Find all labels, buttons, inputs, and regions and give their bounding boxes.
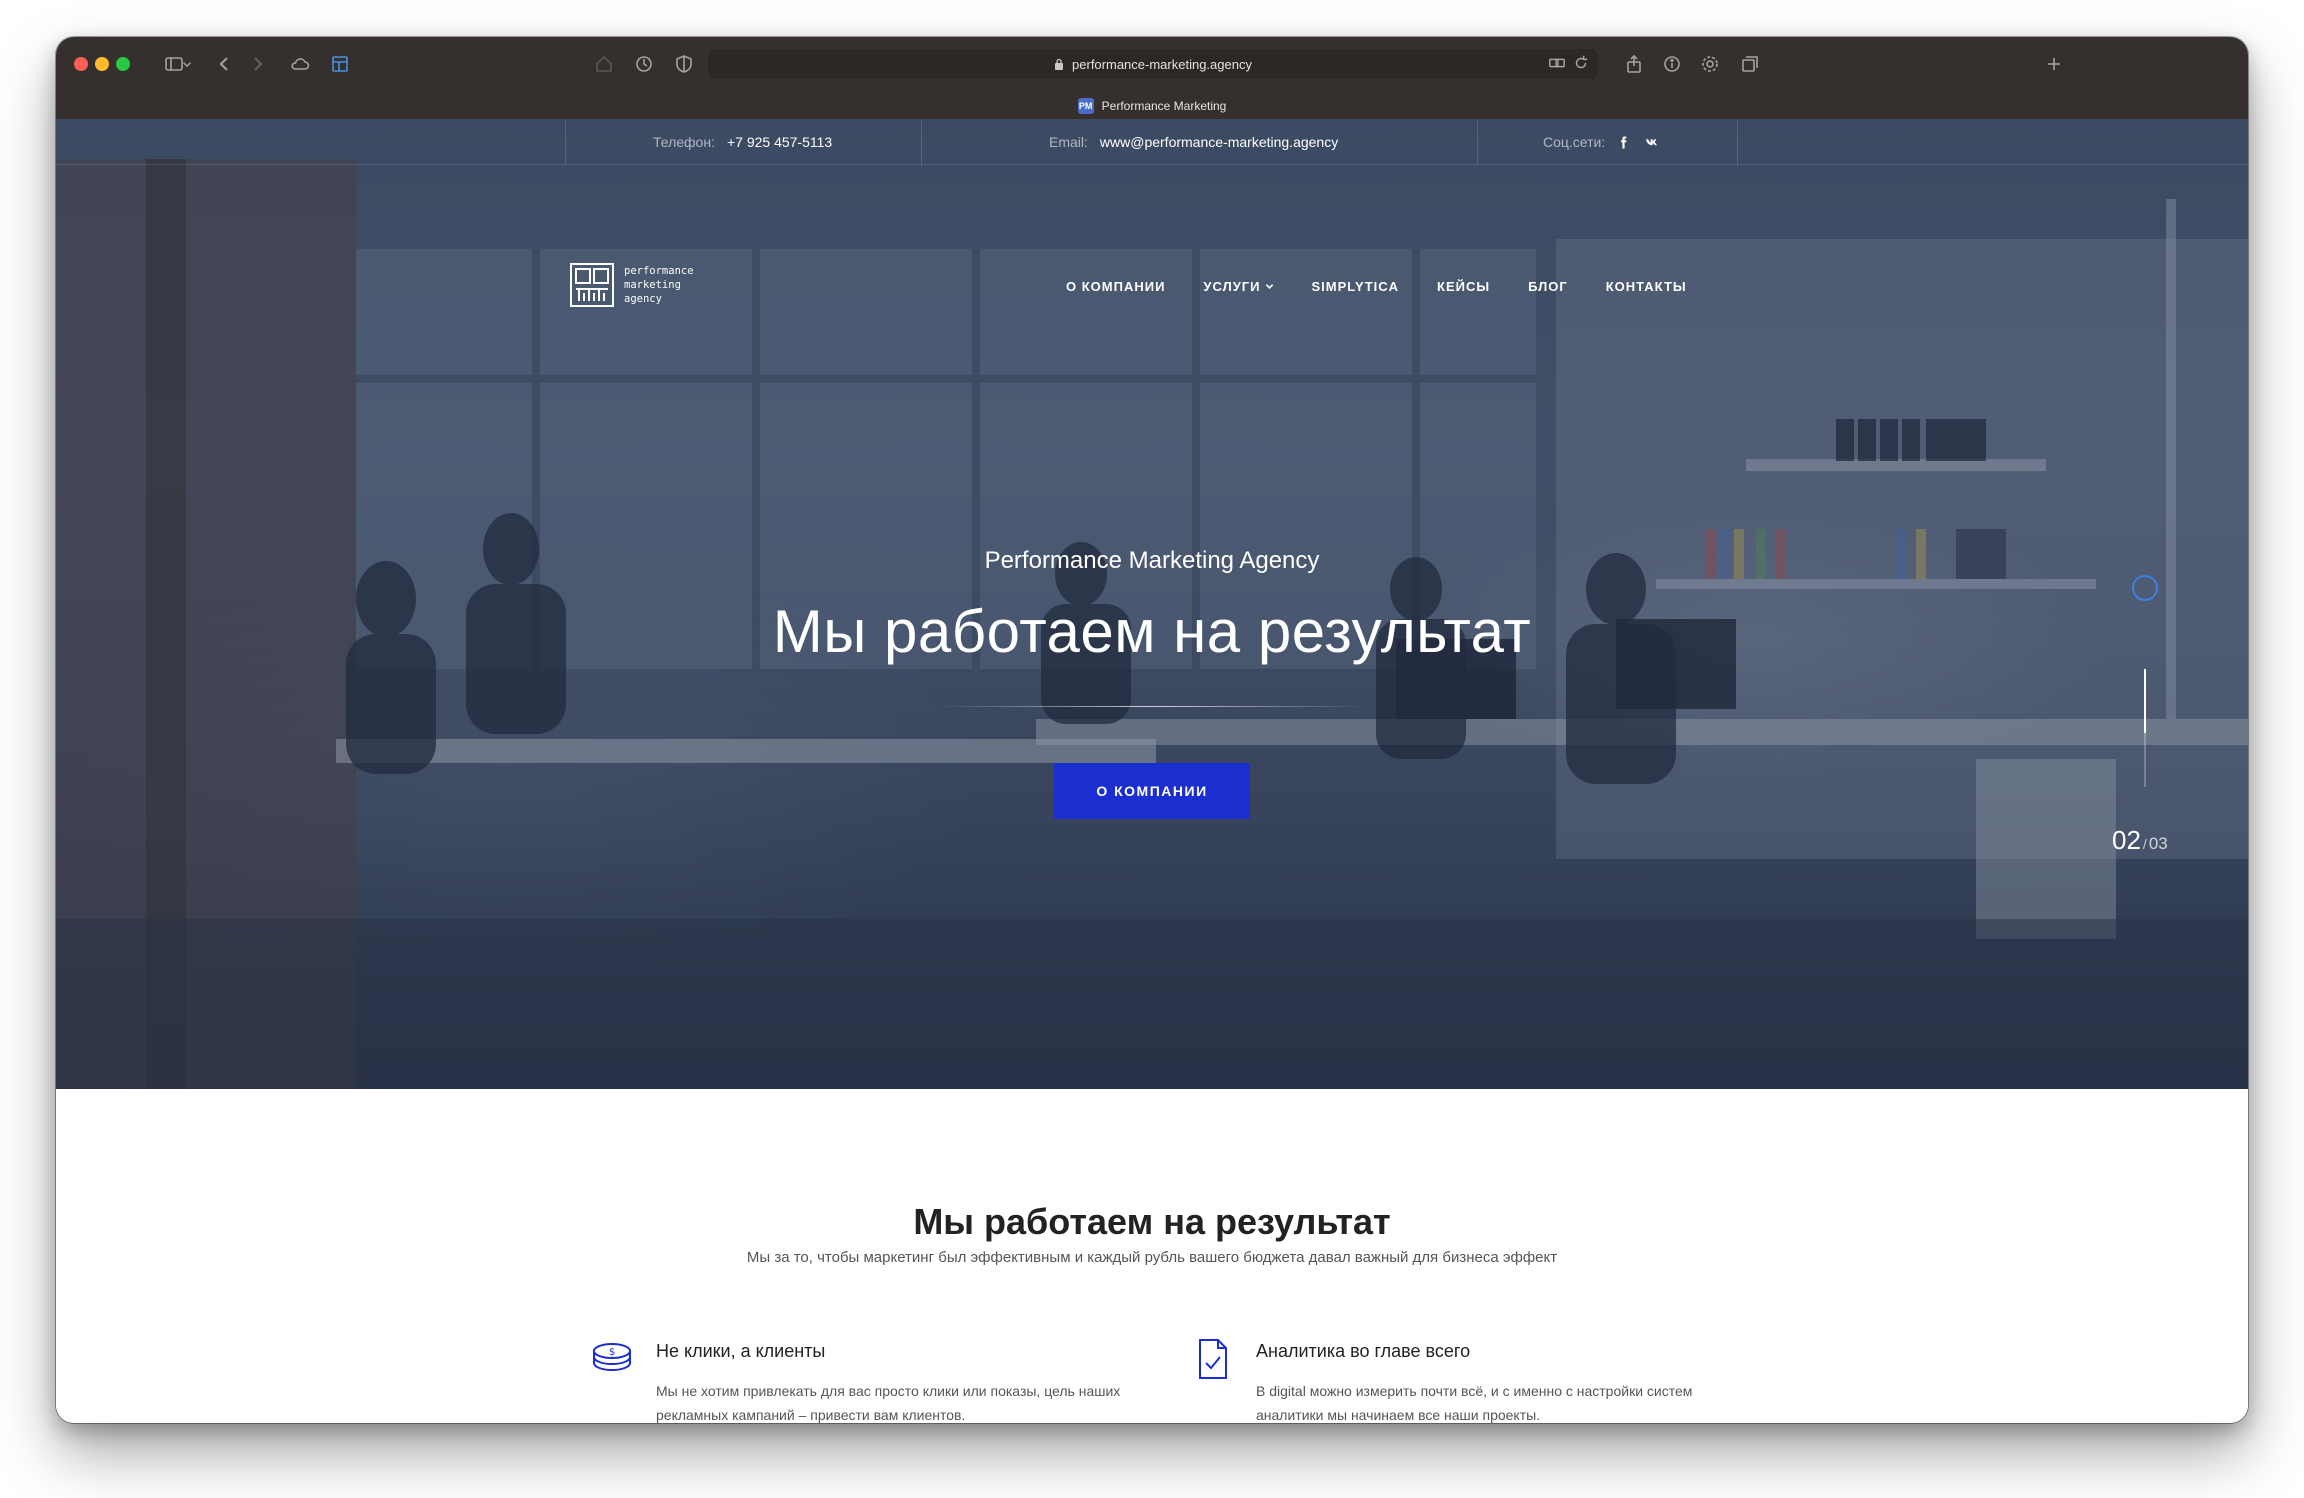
feature-text: В digital можно измерить почти всё, и с …	[1256, 1383, 1693, 1423]
svg-text:$: $	[609, 1347, 615, 1358]
about-company-button[interactable]: О КОМПАНИИ	[1054, 763, 1250, 819]
slide-current: 02	[2112, 825, 2141, 855]
contact-bar-divider	[565, 119, 566, 165]
vk-icon[interactable]	[1644, 136, 1660, 149]
home-icon[interactable]	[590, 50, 618, 78]
section-title: Мы работаем на результат	[913, 1201, 1391, 1242]
contact-phone: Телефон: +7 925 457-5113	[653, 119, 832, 165]
shield-icon[interactable]	[670, 50, 698, 78]
hero-subtitle: Performance Marketing Agency	[984, 547, 1320, 574]
hero-section: Телефон: +7 925 457-5113 Email: www@perf…	[56, 119, 2248, 1089]
forward-icon[interactable]	[244, 50, 272, 78]
chevron-down-icon[interactable]	[180, 50, 194, 78]
close-window-button[interactable]	[74, 57, 88, 71]
logo-line: marketing	[624, 279, 681, 291]
browser-window: performance-marketing.agency PM Performa…	[56, 37, 2248, 1423]
gear-icon[interactable]	[1696, 50, 1724, 78]
nav-label: УСЛУГИ	[1203, 278, 1261, 294]
phone-label: Телефон:	[653, 134, 715, 150]
social-label: Соц.сети:	[1543, 134, 1606, 150]
features-section: Мы работаем на результат Мы за то, чтобы…	[56, 1089, 2248, 1423]
back-icon[interactable]	[210, 50, 238, 78]
minimize-window-button[interactable]	[95, 57, 109, 71]
favicon: PM	[1077, 98, 1094, 114]
contact-bar-divider	[921, 119, 922, 165]
email-value[interactable]: www@performance-marketing.agency	[1100, 134, 1338, 150]
feature-text: Мы не хотим привлекать для вас просто кл…	[656, 1383, 1121, 1423]
contact-bar-divider	[1737, 119, 1738, 165]
nav-item-services[interactable]: УСЛУГИ	[1203, 276, 1273, 296]
nav-label: БЛОГ	[1528, 278, 1568, 294]
phone-value[interactable]: +7 925 457-5113	[727, 134, 832, 150]
site-logo[interactable]: performance marketing agency	[570, 263, 694, 307]
contact-bar: Телефон: +7 925 457-5113 Email: www@perf…	[56, 119, 2248, 165]
hero-title: Мы работаем на результат	[772, 598, 1532, 665]
nav-label: О КОМПАНИИ	[1066, 278, 1166, 294]
nav-item-blog[interactable]: БЛОГ	[1528, 276, 1568, 296]
chevron-down-icon	[1265, 283, 1273, 289]
history-icon[interactable]	[630, 50, 658, 78]
extension-icon[interactable]	[326, 50, 354, 78]
contact-email: Email: www@performance-marketing.agency	[1049, 119, 1338, 165]
tab-title-text: Performance Marketing	[1101, 99, 1227, 113]
slider-progress-fill	[2144, 669, 2146, 733]
logo-mark-icon	[570, 263, 614, 307]
contact-social: Соц.сети:	[1543, 119, 1660, 165]
facebook-icon[interactable]	[1617, 136, 1630, 149]
address-bar[interactable]: performance-marketing.agency	[708, 49, 1598, 79]
nav-label: КЕЙСЫ	[1437, 278, 1491, 294]
contact-bar-divider	[1477, 119, 1478, 165]
browser-toolbar: performance-marketing.agency PM Performa…	[56, 37, 2248, 119]
hero-divider	[936, 706, 1368, 707]
slide-separator: /	[2142, 836, 2147, 852]
reload-icon[interactable]	[1572, 54, 1590, 72]
logo-text: performance marketing agency	[624, 264, 694, 306]
nav-label: SIMPLYTICA	[1311, 278, 1400, 294]
tabs-overview-icon[interactable]	[1736, 50, 1764, 78]
slide-total: 03	[2148, 834, 2168, 853]
coins-icon: $	[590, 1337, 634, 1381]
lock-icon	[1055, 58, 1064, 70]
translate-icon[interactable]	[1548, 54, 1566, 72]
logo-line: agency	[624, 293, 662, 305]
nav-item-cases[interactable]: КЕЙСЫ	[1437, 276, 1490, 296]
nav-label: КОНТАКТЫ	[1605, 278, 1687, 294]
active-tab[interactable]: PM Performance Marketing	[56, 93, 2248, 119]
url-text: performance-marketing.agency	[1072, 56, 1252, 72]
share-icon[interactable]	[1620, 50, 1648, 78]
nav-item-contacts[interactable]: КОНТАКТЫ	[1606, 276, 1687, 296]
cloud-icon[interactable]	[286, 50, 314, 78]
nav-item-about[interactable]: О КОМПАНИИ	[1066, 276, 1165, 296]
info-icon[interactable]	[1658, 50, 1686, 78]
document-check-icon	[1190, 1337, 1234, 1381]
email-label: Email:	[1049, 134, 1088, 150]
new-tab-icon[interactable]	[2040, 50, 2068, 78]
logo-line: performance	[624, 265, 694, 277]
zoom-window-button[interactable]	[116, 57, 130, 71]
feature-title: Аналитика во главе всего	[1256, 1341, 1471, 1361]
feature-title: Не клики, а клиенты	[656, 1341, 826, 1361]
section-subtitle: Мы за то, чтобы маркетинг был эффективны…	[746, 1249, 1558, 1266]
main-nav: О КОМПАНИИ УСЛУГИ SIMPLYTICA КЕЙСЫ БЛОГ …	[1066, 276, 1687, 296]
slide-counter: 02 / 03	[2112, 825, 2168, 856]
nav-item-simplytica[interactable]: SIMPLYTICA	[1312, 276, 1400, 296]
slider-dot[interactable]	[2132, 575, 2158, 601]
